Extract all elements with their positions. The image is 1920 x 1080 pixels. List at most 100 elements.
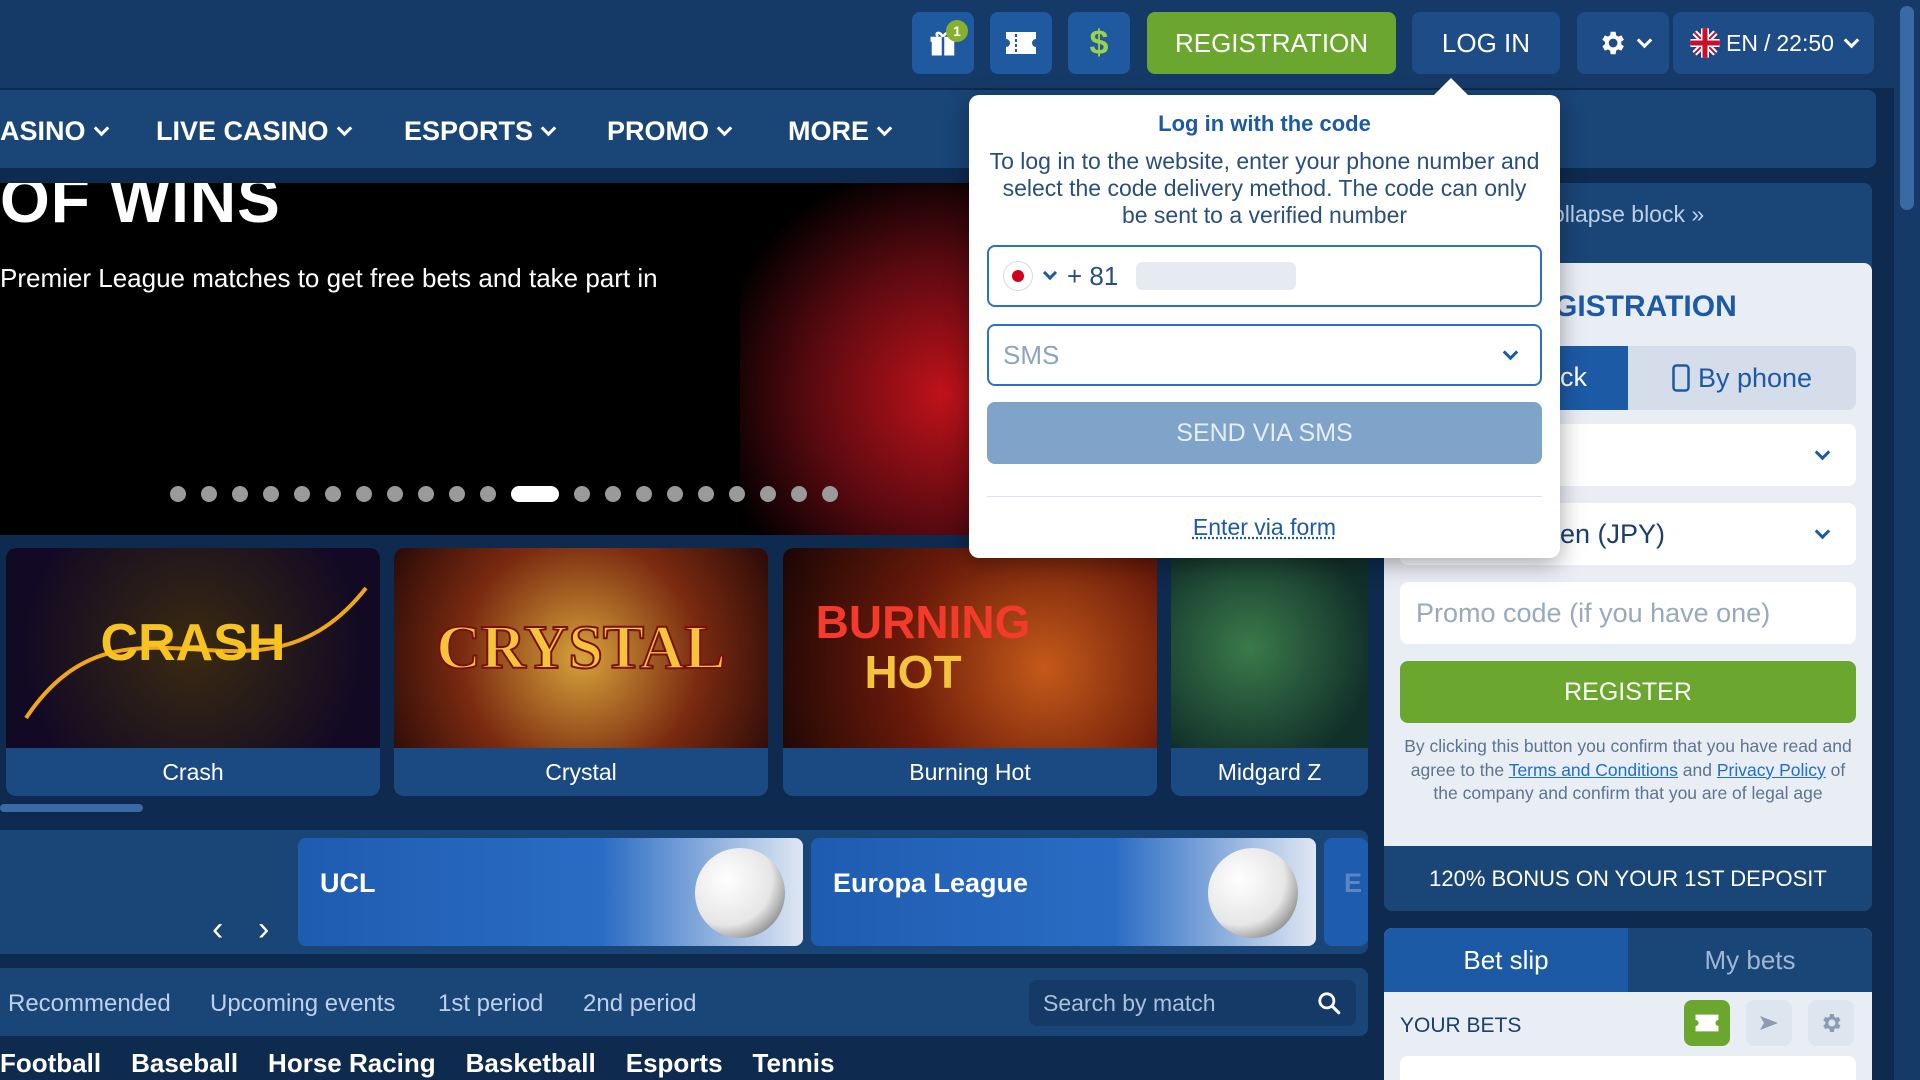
banner-dot[interactable] xyxy=(667,486,683,502)
banner-dot[interactable] xyxy=(294,486,310,502)
game-card-crystal[interactable]: CRYSTAL Crystal xyxy=(394,548,768,796)
tab-by-phone[interactable]: By phone xyxy=(1628,346,1856,410)
game-card-burning-hot[interactable]: BURNING HOT Burning Hot xyxy=(783,548,1157,796)
gift-button[interactable]: 1 xyxy=(912,12,974,74)
clock-time: 22:50 xyxy=(1776,29,1834,56)
banner-dot[interactable] xyxy=(449,486,465,502)
deposit-bonus-banner[interactable]: 120% BONUS ON YOUR 1ST DEPOSIT xyxy=(1384,846,1872,911)
registration-title: GISTRATION xyxy=(1554,290,1737,323)
privacy-link[interactable]: Privacy Policy xyxy=(1717,760,1826,780)
sport-horse-racing[interactable]: Horse Racing xyxy=(268,1048,436,1079)
sport-baseball[interactable]: Baseball xyxy=(131,1048,238,1079)
sport-esports[interactable]: Esports xyxy=(626,1048,723,1079)
banner-dot[interactable] xyxy=(636,486,652,502)
game-title: Crystal xyxy=(545,758,617,785)
game-thumbnail: CRYSTAL xyxy=(394,548,768,748)
banner-dot[interactable] xyxy=(729,486,745,502)
country-code: + 81 xyxy=(1067,260,1119,291)
match-search-input[interactable]: Search by match xyxy=(1029,980,1356,1026)
code-delivery-select[interactable]: SMS xyxy=(987,324,1542,386)
game-card-midgard[interactable]: Midgard Z xyxy=(1171,548,1368,796)
nav-promo[interactable]: PROMO xyxy=(607,116,733,147)
nav-label: ESPORTS xyxy=(404,116,534,146)
promo-banner[interactable]: OF WINS Premier League matches to get fr… xyxy=(0,183,1000,535)
banner-dot[interactable] xyxy=(263,486,279,502)
search-icon xyxy=(1318,992,1341,1015)
cash-button[interactable]: $ xyxy=(1068,12,1130,74)
uk-flag-icon xyxy=(1690,28,1721,58)
share-icon xyxy=(1760,1016,1778,1030)
banner-dot[interactable] xyxy=(201,486,217,502)
coupon-button[interactable] xyxy=(990,12,1052,74)
language-time-selector[interactable]: EN / 22:50 xyxy=(1673,12,1874,74)
banner-dot[interactable] xyxy=(418,486,434,502)
separator: / xyxy=(1764,29,1771,56)
banner-dot[interactable] xyxy=(170,486,186,502)
banner-dot[interactable] xyxy=(325,486,341,502)
banner-dot-active[interactable] xyxy=(511,486,559,502)
tab-2nd-period[interactable]: 2nd period xyxy=(583,990,696,1018)
tab-bet-slip[interactable]: Bet slip xyxy=(1384,928,1628,992)
game-title: Midgard Z xyxy=(1217,758,1322,785)
settings-button[interactable] xyxy=(1577,12,1669,74)
phone-number-input[interactable]: + 81 xyxy=(987,245,1542,307)
banner-dot[interactable] xyxy=(760,486,776,502)
tournament-ucl[interactable]: UCL xyxy=(298,838,803,946)
tab-my-bets[interactable]: My bets xyxy=(1628,928,1872,992)
gear-icon xyxy=(1823,1014,1841,1032)
banner-dot[interactable] xyxy=(232,486,248,502)
game-card-crash[interactable]: CRASH Crash xyxy=(6,548,380,796)
chevron-down-icon xyxy=(336,120,352,137)
tab-upcoming-events[interactable]: Upcoming events xyxy=(210,990,395,1018)
carousel-prev-button[interactable]: ‹ xyxy=(212,910,223,949)
banner-dot[interactable] xyxy=(356,486,372,502)
nav-casino[interactable]: ASINO xyxy=(0,116,109,147)
chevron-down-icon xyxy=(1814,444,1831,460)
share-button[interactable] xyxy=(1746,1000,1792,1046)
banner-dot[interactable] xyxy=(480,486,496,502)
phone-icon xyxy=(1672,364,1690,392)
your-bets-label: YOUR BETS xyxy=(1400,1014,1522,1037)
tournament-europa-league[interactable]: Europa League xyxy=(811,838,1316,946)
football-icon xyxy=(1208,848,1298,938)
enter-via-form-link[interactable]: Enter via form xyxy=(969,514,1560,541)
svg-text:BURNING: BURNING xyxy=(816,596,1031,648)
send-via-sms-button[interactable]: SEND VIA SMS xyxy=(987,402,1542,464)
games-scrollbar[interactable] xyxy=(0,804,143,812)
phone-number-redacted xyxy=(1136,262,1297,290)
banner-dot[interactable] xyxy=(605,486,621,502)
registration-terms: By clicking this button you confirm that… xyxy=(1400,735,1856,806)
tournament-next[interactable]: E xyxy=(1324,838,1368,946)
register-button[interactable]: REGISTER xyxy=(1400,661,1856,723)
carousel-next-button[interactable]: › xyxy=(258,910,269,949)
collapse-block-button[interactable]: ollapse block » xyxy=(1552,201,1704,228)
login-button[interactable]: LOG IN xyxy=(1412,12,1560,74)
tournament-title: Europa League xyxy=(833,868,1029,898)
bet-slip-content xyxy=(1400,1056,1856,1080)
banner-dot[interactable] xyxy=(387,486,403,502)
chevron-down-icon xyxy=(1843,32,1860,48)
registration-button[interactable]: REGISTRATION xyxy=(1147,12,1396,74)
nav-esports[interactable]: ESPORTS xyxy=(404,116,557,147)
sport-tennis[interactable]: Tennis xyxy=(753,1048,835,1079)
sport-football[interactable]: Football xyxy=(0,1048,101,1079)
banner-dot[interactable] xyxy=(574,486,590,502)
nav-label: LIVE CASINO xyxy=(156,116,329,146)
sport-basketball[interactable]: Basketball xyxy=(466,1048,596,1079)
page-scrollbar-thumb[interactable] xyxy=(1900,6,1914,210)
banner-dot[interactable] xyxy=(698,486,714,502)
betslip-settings-button[interactable] xyxy=(1808,1000,1854,1046)
coupon-icon-button[interactable] xyxy=(1684,1000,1730,1046)
main-nav: ASINO LIVE CASINO ESPORTS PROMO MORE xyxy=(0,90,1876,168)
tournament-title: E xyxy=(1344,868,1363,898)
nav-live-casino[interactable]: LIVE CASINO xyxy=(156,116,352,147)
tab-recommended[interactable]: Recommended xyxy=(8,990,171,1018)
promo-code-input[interactable]: Promo code (if you have one) xyxy=(1400,582,1856,644)
terms-link[interactable]: Terms and Conditions xyxy=(1509,760,1678,780)
nav-more[interactable]: MORE xyxy=(788,116,893,147)
ticket-icon xyxy=(1006,32,1036,54)
tab-1st-period[interactable]: 1st period xyxy=(438,990,543,1018)
banner-dot[interactable] xyxy=(791,486,807,502)
banner-dot[interactable] xyxy=(822,486,838,502)
chevron-down-icon[interactable] xyxy=(1042,265,1058,281)
